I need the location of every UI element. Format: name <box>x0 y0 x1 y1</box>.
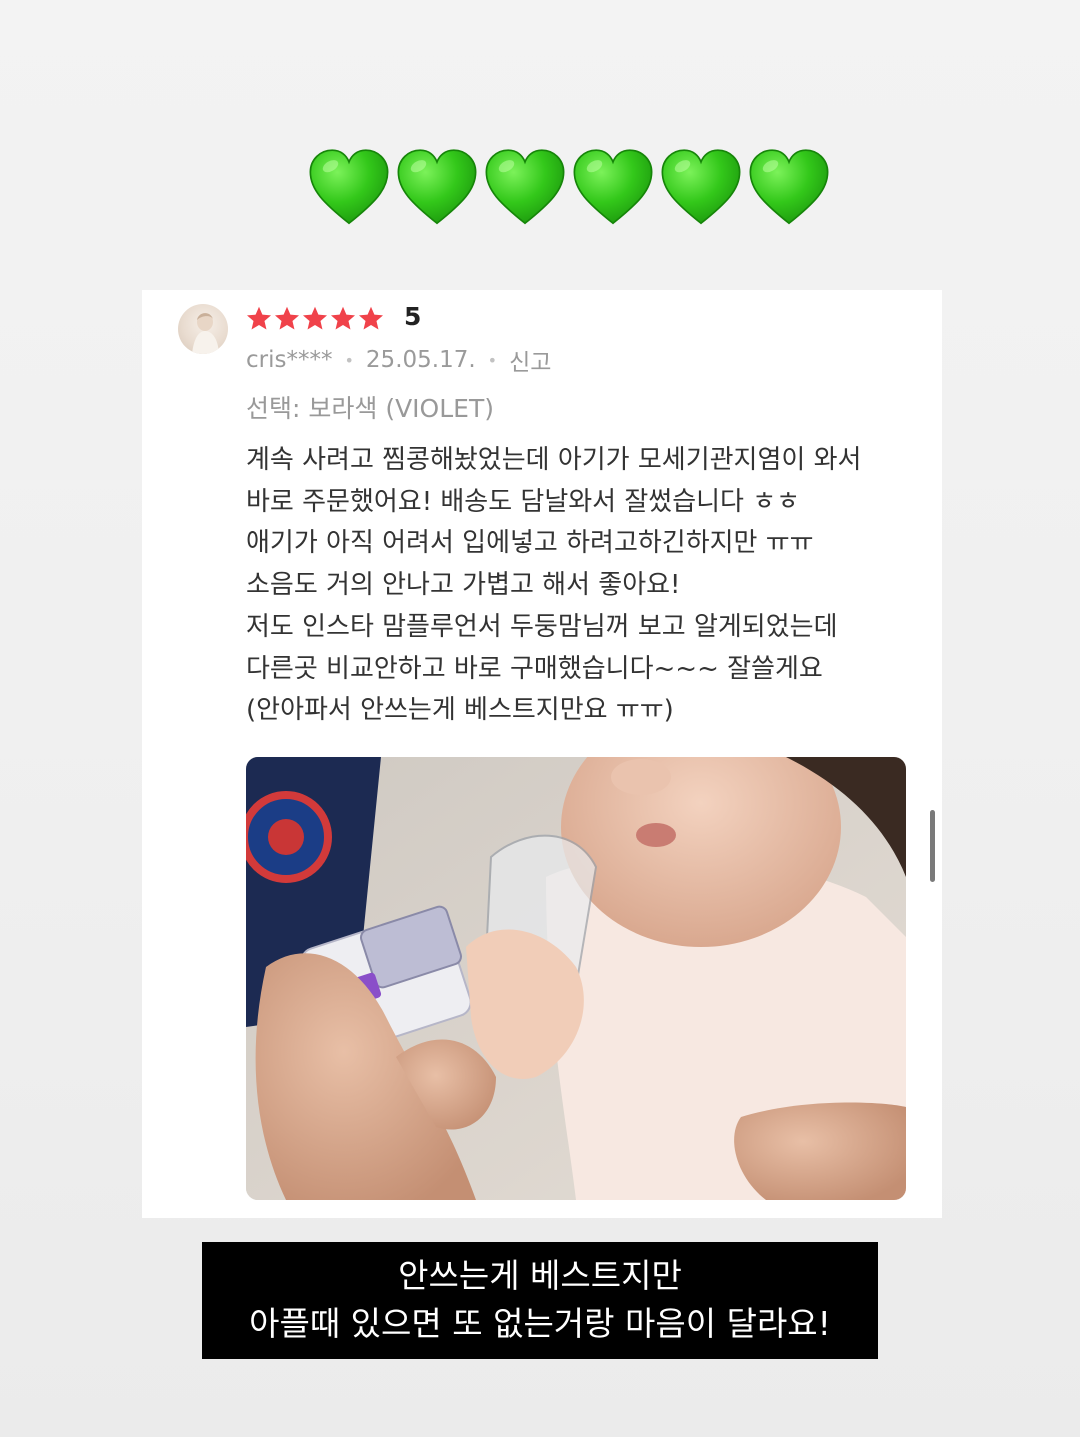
review-line: 소음도 거의 안나고 가볍고 해서 좋아요! <box>246 570 681 601</box>
review-line: 저도 인스타 맘플루언서 두둥맘님꺼 보고 알게되었는데 <box>246 611 838 642</box>
green-heart-icon <box>485 149 565 225</box>
caption-line: 아플때 있으면 또 없는거랑 마음이 달라요! <box>249 1304 831 1343</box>
review-line: 다른곳 비교안하고 바로 구매했습니다~~~ 잘쓸게요 <box>246 653 823 684</box>
avatar[interactable] <box>178 304 228 354</box>
separator-dot: • <box>487 350 498 370</box>
review-meta: cris**** • 25.05.17. • 신고 <box>246 343 551 377</box>
green-heart-icon <box>661 149 741 225</box>
star-icon <box>330 306 356 330</box>
report-link[interactable]: 신고 <box>509 343 551 377</box>
rating-value: 5 <box>404 302 422 331</box>
caption-line: 안쓰는게 베스트지만 <box>398 1256 682 1295</box>
star-rating <box>245 304 385 334</box>
green-hearts-row <box>307 146 837 238</box>
review-line: (안아파서 안쓰는게 베스트지만요 ㅠㅠ) <box>246 695 674 726</box>
caption-box: 안쓰는게 베스트지만 아플때 있으면 또 없는거랑 마음이 달라요! <box>202 1242 878 1359</box>
green-heart-icon <box>309 149 389 225</box>
review-card: 5 cris**** • 25.05.17. • 신고 선택: 보라색 (VIO… <box>142 290 942 1218</box>
review-line: 계속 사려고 찜콩해놨었는데 아기가 모세기관지염이 와서 <box>246 445 862 475</box>
green-heart-icon <box>397 149 477 225</box>
review-line: 바로 주문했어요! 배송도 담날와서 잘썼습니다 ㅎㅎ <box>246 486 801 517</box>
baby-nebulizer-photo <box>246 757 906 1200</box>
review-date: 25.05.17. <box>365 347 476 373</box>
star-icon <box>358 306 384 330</box>
separator-dot: • <box>344 350 354 370</box>
avatar-photo <box>192 313 219 354</box>
username: cris**** <box>246 347 333 373</box>
scrollbar[interactable] <box>930 810 935 882</box>
green-heart-icon <box>573 149 653 225</box>
star-icon <box>274 306 300 330</box>
green-heart-icon <box>749 149 829 225</box>
review-text: 계속 사려고 찜콩해놨었는데 아기가 모세기관지염이 와서 바로 주문했어요! … <box>246 440 926 732</box>
review-line: 애기가 아직 어려서 입에넣고 하려고하긴하지만 ㅠㅠ <box>246 528 814 559</box>
star-icon <box>246 306 272 330</box>
review-photo[interactable] <box>246 757 906 1200</box>
selected-option: 선택: 보라색 (VIOLET) <box>246 394 494 423</box>
star-icon <box>302 306 328 330</box>
